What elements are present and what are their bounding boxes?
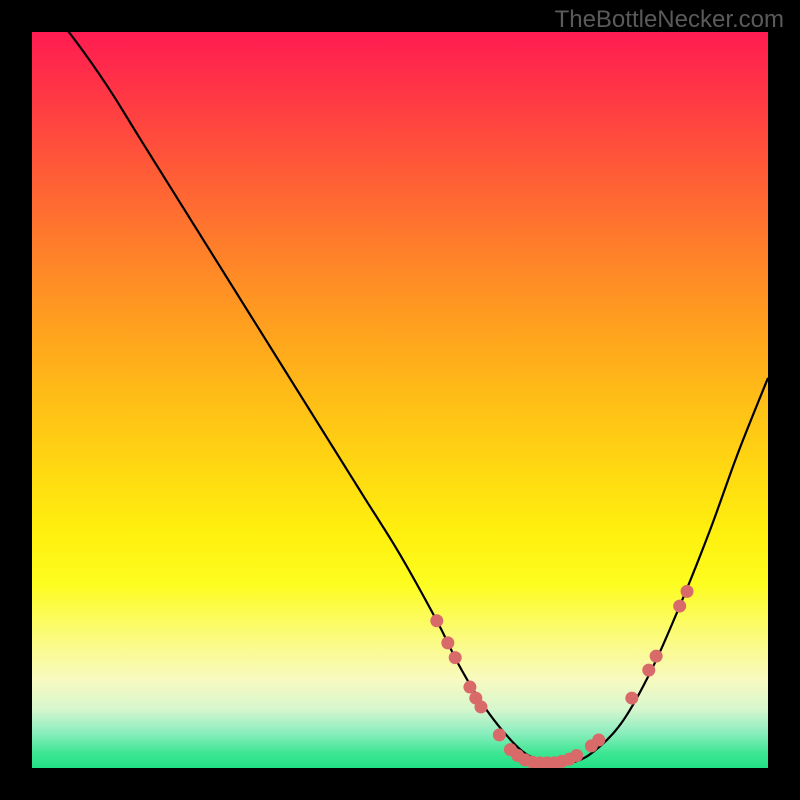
highlight-dot: [430, 614, 443, 627]
highlight-dot: [625, 692, 638, 705]
highlight-dot: [474, 700, 487, 713]
highlight-dot: [449, 651, 462, 664]
highlight-dot: [673, 600, 686, 613]
highlight-dots: [430, 585, 693, 768]
watermark: TheBottleNecker.com: [555, 6, 784, 34]
highlight-dot: [650, 650, 663, 663]
chart-svg: [32, 32, 768, 768]
plot-area: [32, 32, 768, 768]
highlight-dot: [681, 585, 694, 598]
highlight-dot: [493, 728, 506, 741]
highlight-dot: [441, 636, 454, 649]
highlight-dot: [592, 734, 605, 747]
highlight-dot: [642, 664, 655, 677]
highlight-dot: [570, 749, 583, 762]
highlight-dot: [463, 681, 476, 694]
